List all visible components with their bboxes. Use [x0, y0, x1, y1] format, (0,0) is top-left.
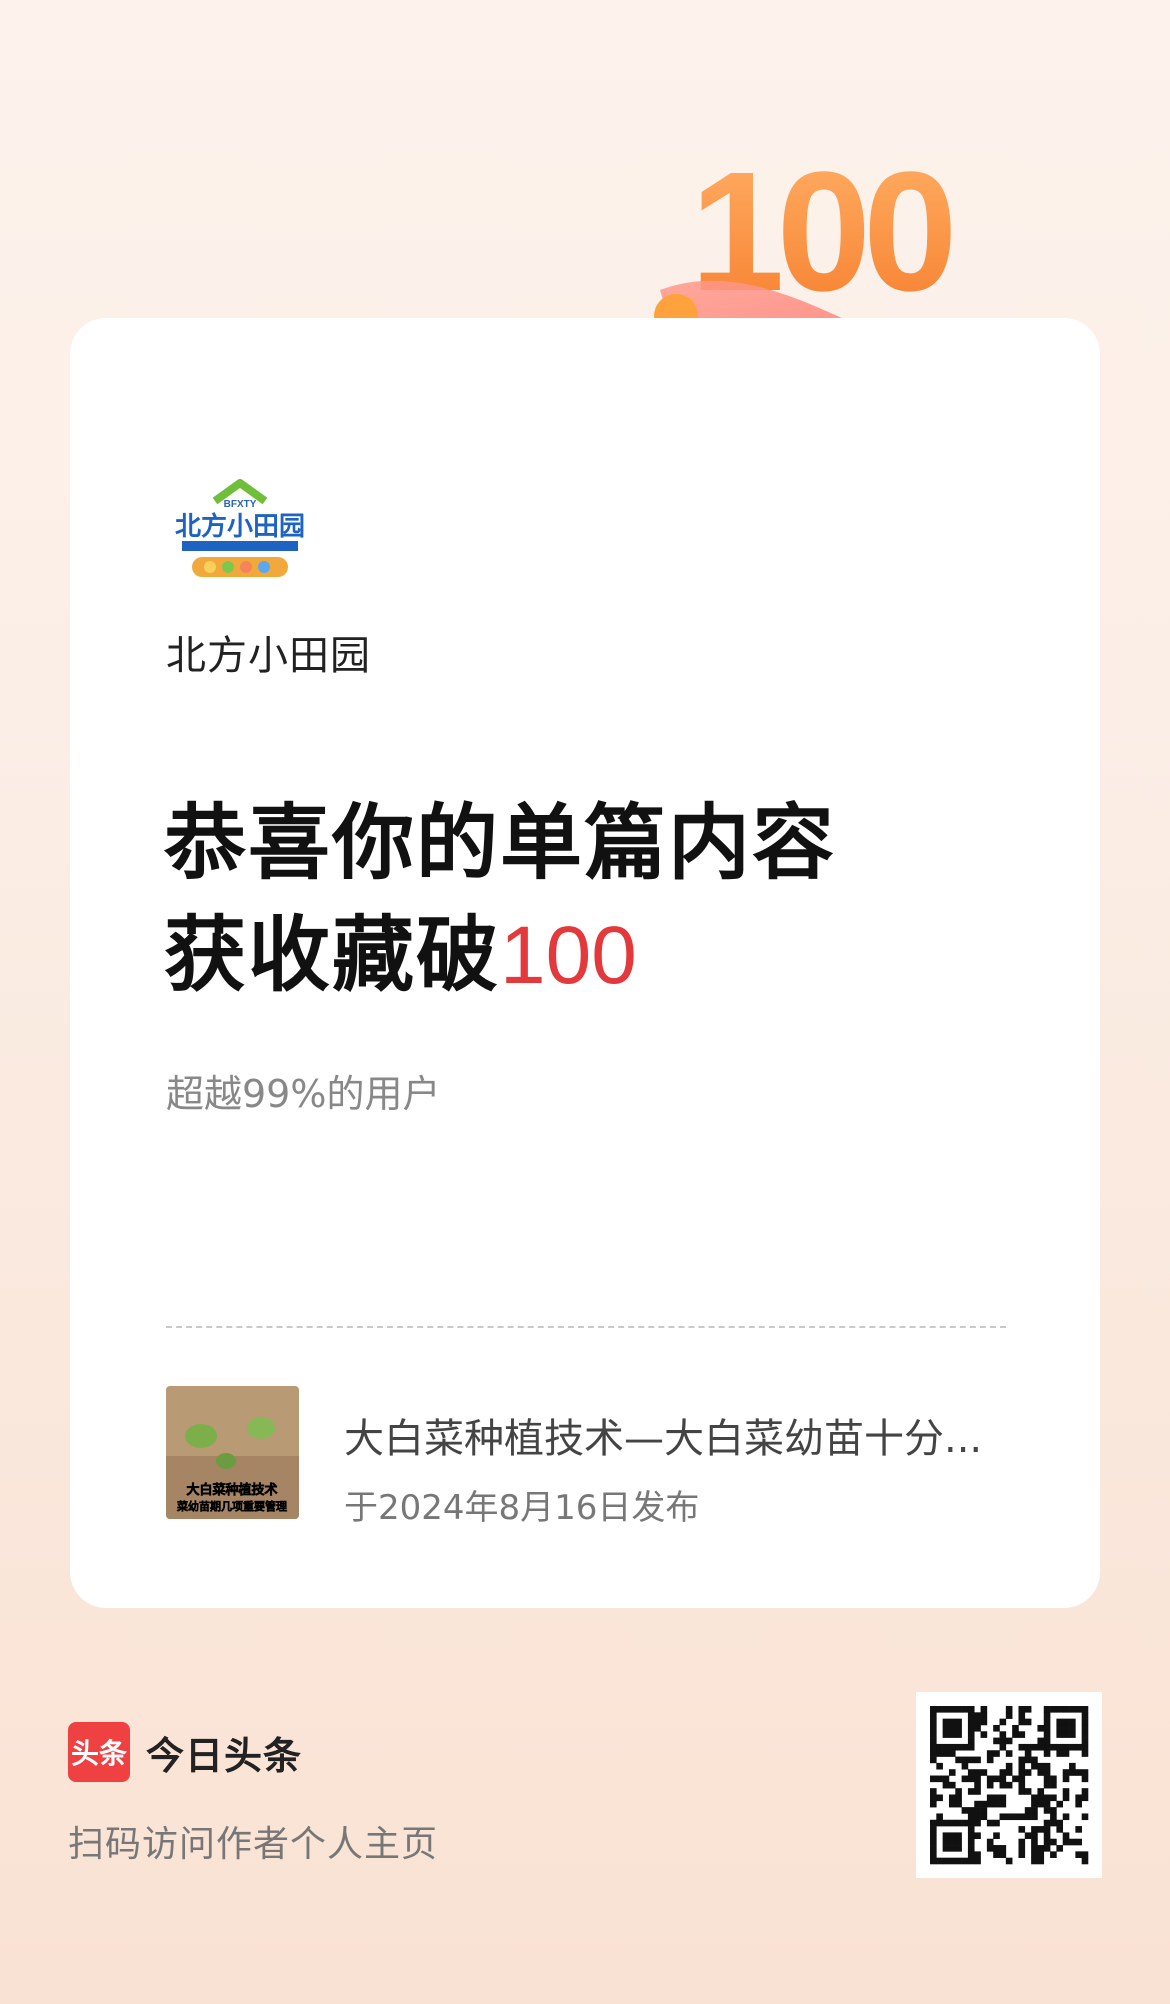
- brand-name: 今日头条: [146, 1733, 303, 1778]
- achievement-headline: 恭喜你的单篇内容 获收藏破100: [164, 788, 836, 1012]
- logo-text: 北方小田园: [175, 511, 305, 542]
- author-logo: BFXTY 北方小田园: [175, 479, 305, 577]
- thumb-caption-1: 大白菜种植技术: [186, 1482, 277, 1498]
- headline-count: 100: [500, 910, 637, 1001]
- toutiao-brand: 头条 今日头条: [68, 1722, 302, 1782]
- thumb-caption-2: 菜幼苗期几项重要管理: [176, 1499, 287, 1513]
- toutiao-logo-icon: 头条: [68, 1722, 130, 1782]
- scan-tip: 扫码访问作者个人主页: [68, 1824, 439, 1865]
- author-name[interactable]: 北方小田园: [166, 623, 371, 681]
- svg-text:BFXTY: BFXTY: [224, 499, 257, 510]
- article-date: 于2024年8月16日发布: [344, 1488, 700, 1528]
- article-title[interactable]: 大白菜种植技术—大白菜幼苗十分...: [344, 1406, 1024, 1464]
- dashed-divider: [166, 1326, 1006, 1328]
- qr-code[interactable]: [916, 1692, 1102, 1878]
- achievement-card: BFXTY 北方小田园 北方小田园 恭喜你的单篇内容 获收藏破100 超越99%…: [70, 318, 1100, 1608]
- headline-line2: 获收藏破100: [164, 900, 836, 1012]
- qr-code-icon: [930, 1706, 1089, 1865]
- article-link[interactable]: 大白菜种植技术 菜幼苗期几项重要管理 大白菜种植技术—大白菜幼苗十分... 于2…: [166, 1386, 1026, 1528]
- headline-line2-prefix: 获收藏破: [164, 908, 501, 1003]
- percentile-text: 超越99%的用户: [166, 1072, 441, 1116]
- headline-line1: 恭喜你的单篇内容: [164, 796, 837, 891]
- article-thumbnail: 大白菜种植技术 菜幼苗期几项重要管理: [166, 1386, 299, 1519]
